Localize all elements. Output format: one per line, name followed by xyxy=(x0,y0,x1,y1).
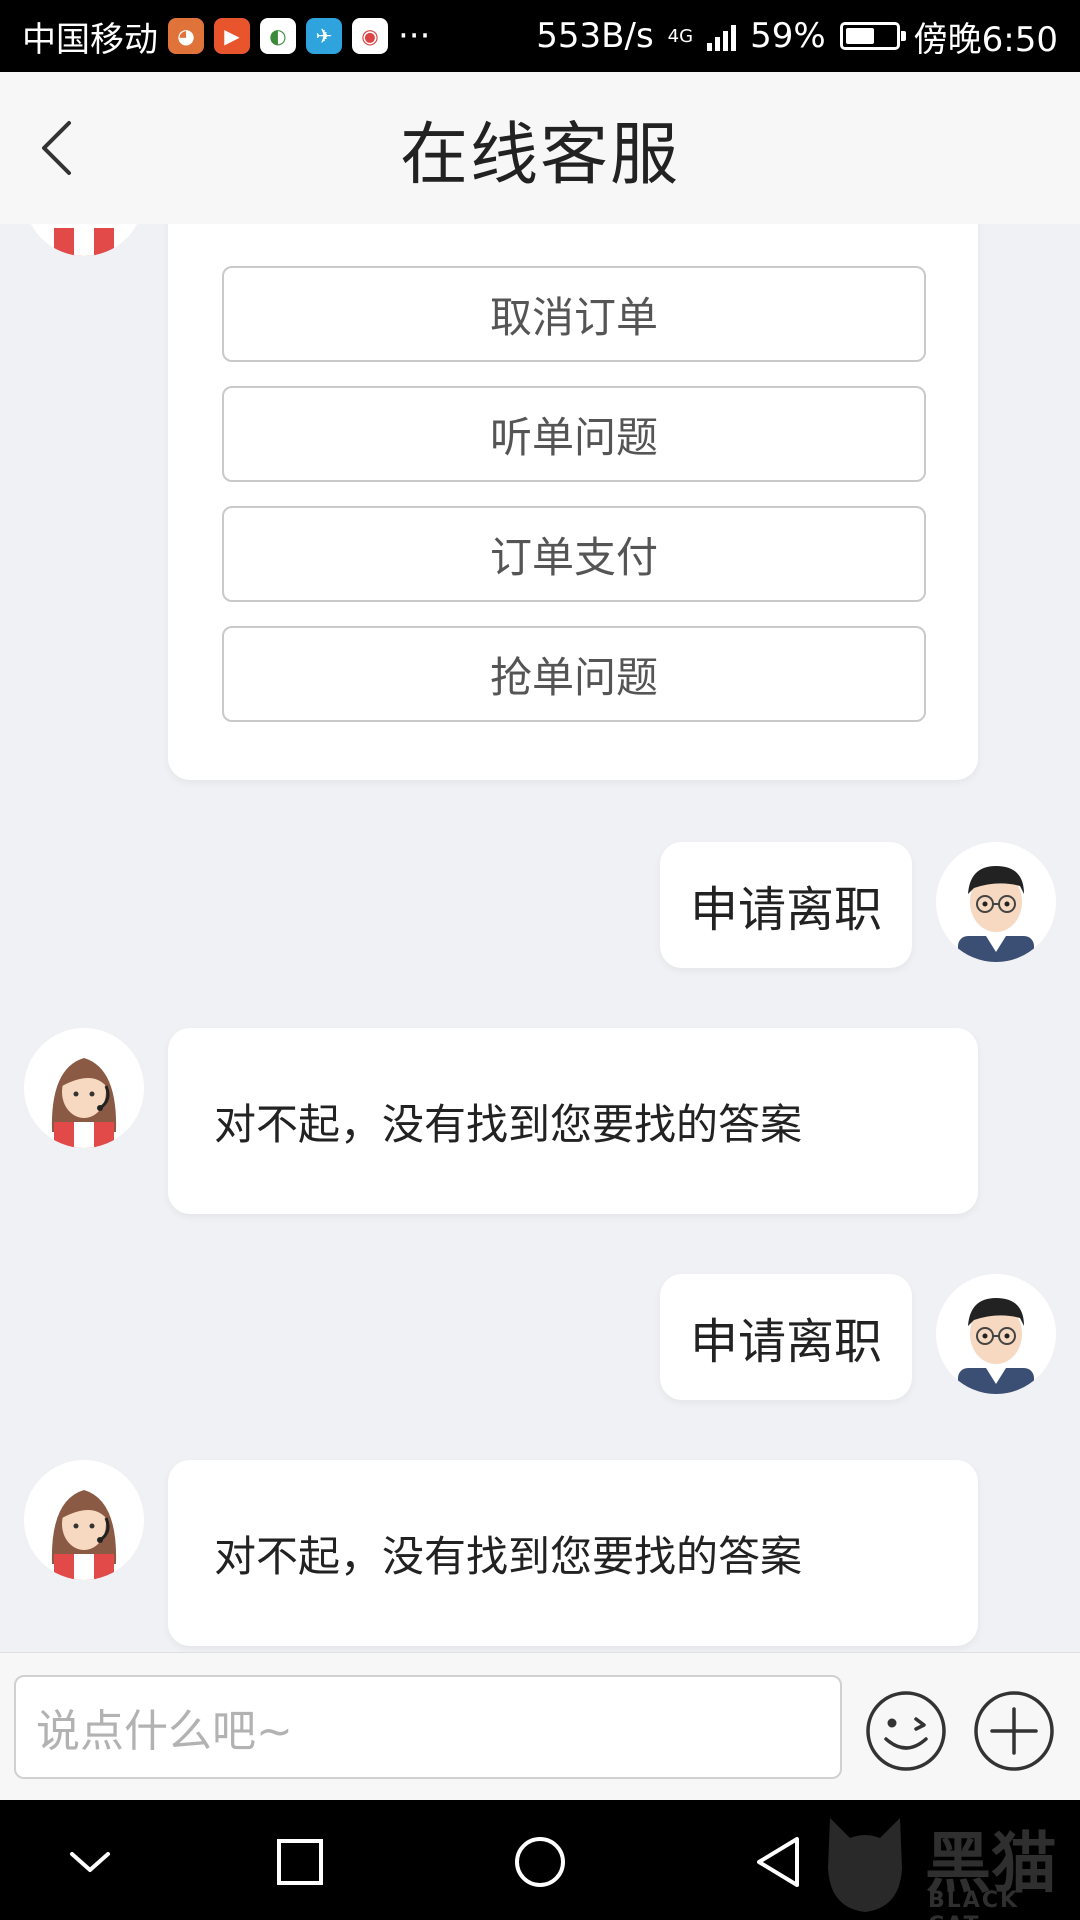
user-avatar xyxy=(936,842,1056,962)
emoji-icon[interactable] xyxy=(864,1689,948,1773)
bot-avatar xyxy=(24,1028,144,1148)
user-avatar xyxy=(936,1274,1056,1394)
options-card: 取消订单 听单问题 订单支付 抢单问题 xyxy=(168,224,978,780)
cat-logo-icon xyxy=(828,1818,902,1912)
browser-app-icon: ◐ xyxy=(260,18,296,54)
signal-icon xyxy=(707,21,737,51)
chevron-down-icon[interactable] xyxy=(50,1822,130,1902)
user-message: 申请离职 xyxy=(660,1274,912,1400)
square-icon[interactable] xyxy=(260,1822,340,1902)
carrier-label: 中国移动 xyxy=(22,19,158,60)
chrome-app-icon: ◉ xyxy=(352,18,388,54)
plus-icon[interactable] xyxy=(972,1689,1056,1773)
network-type: 4G xyxy=(667,25,694,47)
user-message: 申请离职 xyxy=(660,842,912,968)
bot-message: 对不起，没有找到您要找的答案 xyxy=(168,1028,978,1214)
option-grab-order[interactable]: 抢单问题 xyxy=(222,626,926,722)
watermark-subtext: BLACK CAT xyxy=(928,1888,1020,1920)
bot-avatar xyxy=(24,1460,144,1580)
telegram-app-icon: ✈ xyxy=(306,18,342,54)
triangle-back-icon[interactable] xyxy=(738,1822,818,1902)
battery-icon xyxy=(839,22,906,50)
option-order-payment[interactable]: 订单支付 xyxy=(222,506,926,602)
circle-icon[interactable] xyxy=(500,1822,580,1902)
chevron-left-icon[interactable] xyxy=(26,116,86,180)
blackcat-watermark: 黑猫 BLACK CAT xyxy=(810,1802,1080,1920)
option-cancel-order[interactable]: 取消订单 xyxy=(222,266,926,362)
bot-avatar xyxy=(24,224,144,256)
header: 在线客服 xyxy=(0,72,1080,224)
page-title: 在线客服 xyxy=(399,115,680,195)
message-input[interactable]: 说点什么吧~ xyxy=(14,1675,842,1779)
app-notification-icon: ◕ xyxy=(168,18,204,54)
chat-area[interactable]: 取消订单 听单问题 订单支付 抢单问题 申请离职 对不起，没有找到您要找的答案 … xyxy=(0,224,1080,1652)
net-speed: 553B/s xyxy=(536,16,654,56)
battery-percent: 59% xyxy=(750,16,826,56)
more-notifications: ··· xyxy=(398,16,431,56)
clock: 傍晚6:50 xyxy=(913,19,1058,60)
bot-message: 对不起，没有找到您要找的答案 xyxy=(168,1460,978,1646)
status-bar: 中国移动 ◕ ▶ ◐ ✈ ◉ ··· 553B/s 4G 59% 傍晚6:50 xyxy=(0,0,1080,72)
input-bar: 说点什么吧~ xyxy=(0,1652,1080,1800)
video-app-icon: ▶ xyxy=(214,18,250,54)
option-order-listening[interactable]: 听单问题 xyxy=(222,386,926,482)
